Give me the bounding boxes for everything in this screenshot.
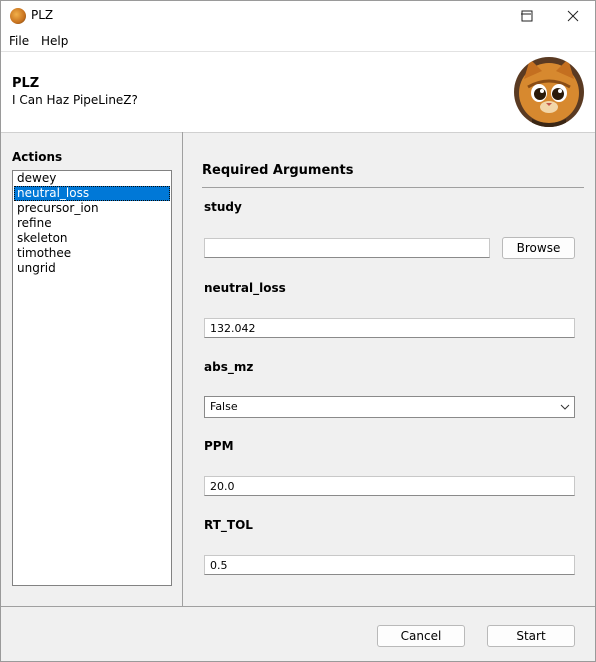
ppm-label: PPM [204,439,234,453]
maximize-button[interactable] [504,1,550,31]
footer-divider [1,606,595,607]
list-item-refine[interactable]: refine [14,216,170,231]
list-item-neutral-loss[interactable]: neutral_loss [14,186,170,201]
start-button[interactable]: Start [487,625,575,647]
browse-button[interactable]: Browse [502,237,575,259]
neutral-loss-label: neutral_loss [204,281,286,295]
header-subtitle: I Can Haz PipeLineZ? [12,93,138,107]
section-divider [202,187,584,188]
rt-tol-input[interactable]: 0.5 [204,555,575,575]
menu-help[interactable]: Help [41,34,68,48]
ppm-input[interactable]: 20.0 [204,476,575,496]
abs-mz-label: abs_mz [204,360,254,374]
list-item-timothee[interactable]: timothee [14,246,170,261]
actions-panel: Actions dewey neutral_loss precursor_ion… [1,132,182,606]
list-item-skeleton[interactable]: skeleton [14,231,170,246]
list-item-precursor-ion[interactable]: precursor_ion [14,201,170,216]
title-bar[interactable]: PLZ — [1,1,595,31]
list-item-ungrid[interactable]: ungrid [14,261,170,276]
required-arguments-title: Required Arguments [202,163,354,178]
chevron-down-icon [560,397,570,425]
close-button[interactable] [550,1,595,31]
header-title: PLZ [12,76,40,91]
app-window: PLZ — File Help PLZ I Can Haz PipeLineZ? [0,0,596,662]
study-input[interactable] [204,238,490,258]
maximize-icon [521,10,533,22]
abs-mz-value: False [210,400,238,413]
menu-bar: File Help [1,31,595,51]
neutral-loss-input[interactable]: 132.042 [204,318,575,338]
list-item-dewey[interactable]: dewey [14,171,170,186]
close-icon [567,10,579,22]
app-header: PLZ I Can Haz PipeLineZ? [1,51,595,133]
study-label: study [204,200,242,214]
arguments-panel: Required Arguments study Browse neutral_… [183,132,595,606]
abs-mz-select[interactable]: False [204,396,575,418]
app-cat-icon [10,8,26,24]
menu-file[interactable]: File [9,34,29,48]
cat-logo-image [514,57,584,127]
window-title: PLZ [31,8,54,22]
rt-tol-label: RT_TOL [204,518,253,532]
actions-list[interactable]: dewey neutral_loss precursor_ion refine … [12,170,172,586]
cancel-button[interactable]: Cancel [377,625,465,647]
actions-label: Actions [12,150,63,164]
